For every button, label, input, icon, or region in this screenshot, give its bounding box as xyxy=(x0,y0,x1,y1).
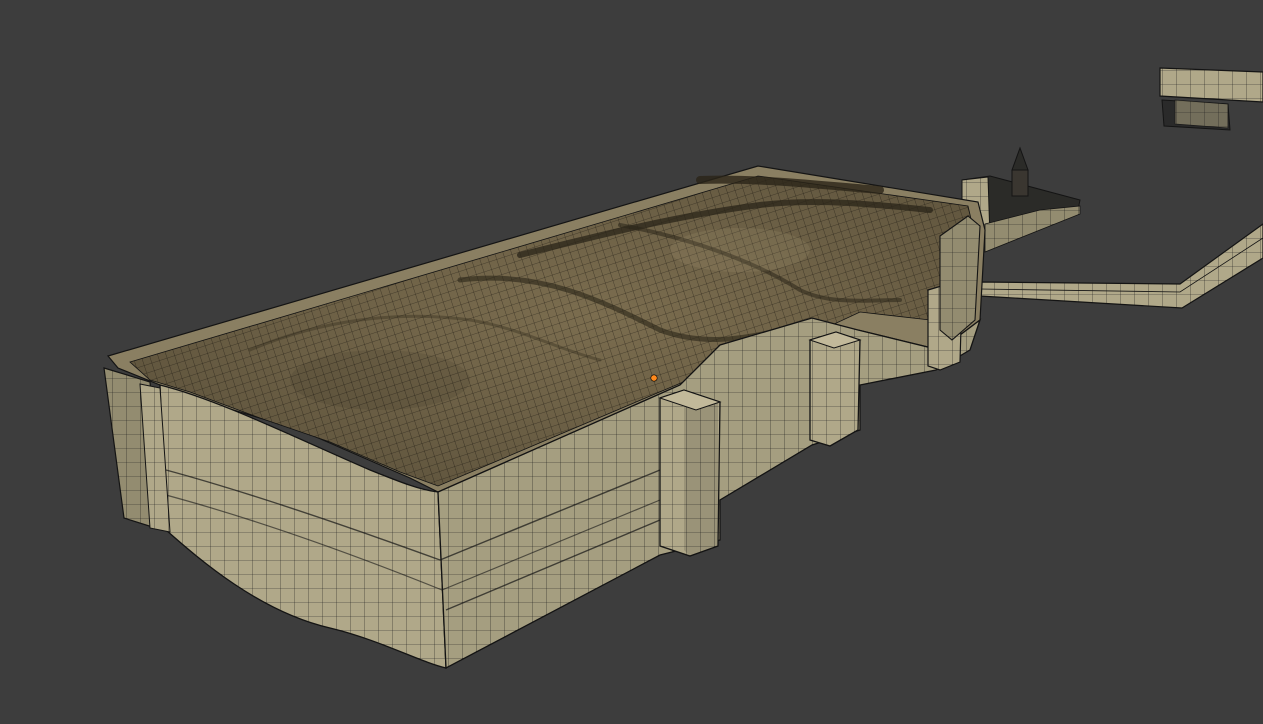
3d-viewport[interactable] xyxy=(0,0,1263,724)
object-origin-marker[interactable] xyxy=(650,374,658,382)
scene-render xyxy=(103,67,1263,670)
wall-segment-far[interactable] xyxy=(1159,67,1263,131)
